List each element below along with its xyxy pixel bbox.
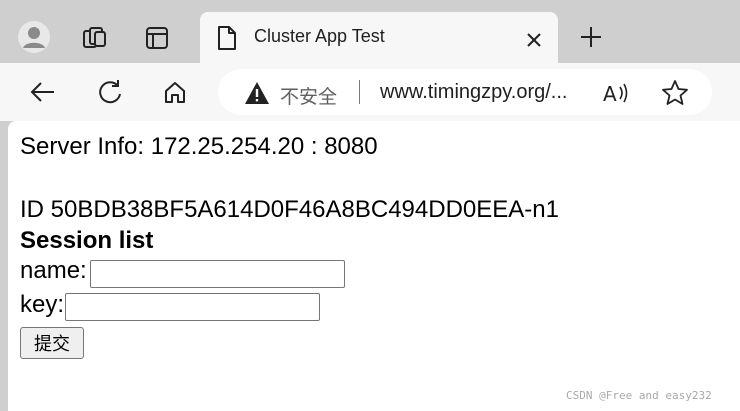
name-input[interactable] (90, 260, 345, 288)
tab-close-icon[interactable] (522, 28, 546, 52)
session-id-text: ID 50BDB38BF5A614D0F46A8BC494DD0EEA-n1 (20, 196, 559, 223)
security-status-label[interactable]: 不安全 (280, 82, 337, 109)
address-divider (359, 80, 360, 104)
session-list-heading: Session list (20, 227, 154, 254)
back-arrow-icon[interactable] (26, 75, 60, 109)
tab-title: Cluster App Test (254, 26, 385, 46)
watermark-text: CSDN @Free and easy232 (566, 389, 712, 402)
favorite-star-icon[interactable] (660, 78, 690, 108)
warning-icon[interactable] (244, 81, 270, 105)
page-icon (216, 25, 238, 51)
address-bar[interactable]: 不安全 www.timingzpy.org/... A (218, 69, 712, 115)
tab-strip: Cluster App Test (0, 0, 740, 63)
key-label: key: (20, 291, 65, 318)
name-label: name: (20, 257, 87, 284)
url-text[interactable]: www.timingzpy.org/... (380, 81, 567, 104)
refresh-icon[interactable] (93, 75, 127, 109)
home-icon[interactable] (158, 75, 192, 109)
active-tab[interactable]: Cluster App Test (200, 12, 558, 63)
profile-avatar-icon[interactable] (17, 20, 51, 54)
server-info-text: Server Info: 172.25.254.20 : 8080 (20, 133, 378, 160)
read-aloud-icon[interactable]: A (602, 79, 632, 107)
tab-actions-icon[interactable] (142, 24, 172, 52)
browser-toolbar: 不安全 www.timingzpy.org/... A (0, 63, 740, 121)
new-tab-plus-icon[interactable] (576, 22, 606, 52)
page-content: Server Info: 172.25.254.20 : 8080 ID 50B… (8, 121, 740, 411)
key-input[interactable] (65, 293, 320, 321)
collections-icon[interactable] (80, 24, 110, 52)
svg-text:A: A (603, 82, 617, 106)
submit-button[interactable]: 提交 (20, 327, 84, 359)
